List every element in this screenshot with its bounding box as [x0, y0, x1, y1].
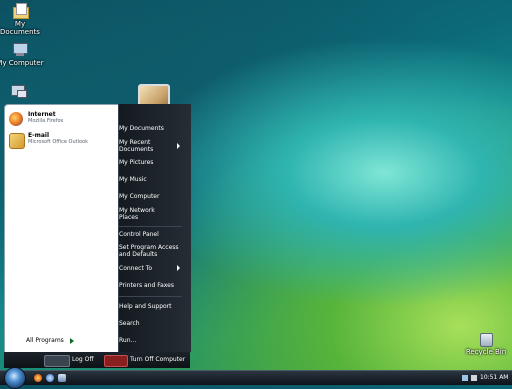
taskbar: 10:51 AM — [0, 367, 512, 389]
menu-item-search[interactable]: Search — [119, 320, 181, 327]
log-off-button[interactable]: Log Off — [72, 356, 93, 366]
menu-item-printers-and-faxes[interactable]: Printers and Faxes — [119, 282, 181, 289]
menu-item-help-and-support[interactable]: Help and Support — [119, 303, 181, 310]
log-off-icon[interactable] — [44, 355, 70, 367]
menu-separator — [118, 226, 182, 227]
desktop-icon-my-documents[interactable]: My Documents — [0, 3, 50, 36]
folder-icon — [11, 3, 29, 19]
desktop-icon-my-network[interactable] — [0, 84, 48, 100]
desktop-icon-my-computer[interactable]: My Computer — [0, 42, 50, 67]
desktop-icon-label: My Documents — [0, 20, 40, 36]
power-icon[interactable] — [104, 355, 128, 367]
desktop-icon-label: My Computer — [0, 59, 44, 67]
menu-item-my-recent-documents[interactable]: My Recent Documents — [119, 139, 181, 153]
network-tray-icon[interactable] — [462, 375, 468, 381]
menu-item-connect-to[interactable]: Connect To — [119, 265, 181, 272]
volume-tray-icon[interactable] — [471, 375, 477, 381]
submenu-arrow-icon — [177, 143, 180, 149]
menu-item-my-documents[interactable]: My Documents — [119, 125, 181, 132]
all-programs-button[interactable]: All Programs — [26, 337, 64, 344]
computer-icon — [11, 42, 29, 58]
menu-item-run[interactable]: Run... — [119, 337, 181, 344]
menu-item-my-pictures[interactable]: My Pictures — [119, 159, 181, 166]
pinned-item-subtitle: Mozilla Firefox — [28, 118, 64, 124]
firefox-icon — [9, 112, 23, 126]
pinned-item-title: Internet — [28, 111, 56, 118]
desktop-icon-label: Recycle Bin — [465, 348, 507, 356]
turn-off-computer-button[interactable]: Turn Off Computer — [130, 356, 185, 366]
menu-item-set-program-access[interactable]: Set Program Access and Defaults — [119, 244, 181, 258]
pinned-item-internet[interactable]: Internet Mozilla Firefox — [8, 110, 116, 130]
pinned-item-email[interactable]: E-mail Microsoft Office Outlook — [8, 131, 116, 151]
menu-item-my-network-places[interactable]: My Network Places — [119, 207, 181, 221]
menu-item-my-music[interactable]: My Music — [119, 176, 181, 183]
outlook-icon — [9, 133, 25, 149]
desktop-icon-recycle-bin[interactable]: Recycle Bin — [456, 331, 512, 356]
pinned-item-subtitle: Microsoft Office Outlook — [28, 139, 88, 145]
firefox-icon[interactable] — [34, 374, 42, 382]
menu-item-my-computer[interactable]: My Computer — [119, 193, 181, 200]
submenu-arrow-icon — [177, 265, 180, 271]
taskbar-clock[interactable]: 10:51 AM — [480, 374, 508, 381]
all-programs-arrow-icon — [70, 338, 74, 344]
ie-icon[interactable] — [46, 374, 54, 382]
recycle-bin-icon — [477, 331, 495, 347]
menu-separator — [118, 296, 182, 297]
show-desktop-icon[interactable] — [58, 374, 66, 382]
start-button[interactable] — [4, 367, 26, 389]
network-icon — [9, 84, 27, 100]
pinned-item-title: E-mail — [28, 132, 50, 139]
menu-item-control-panel[interactable]: Control Panel — [119, 231, 181, 238]
